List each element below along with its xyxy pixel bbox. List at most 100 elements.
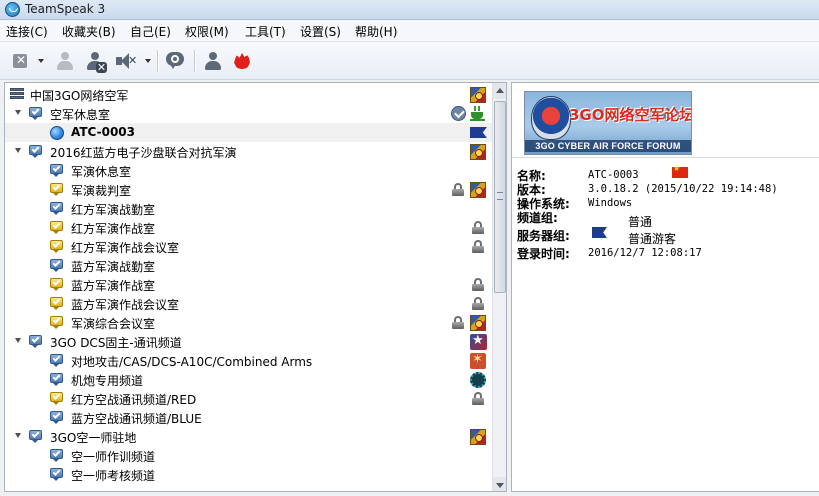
channel-icon — [50, 202, 64, 215]
tree-scrollbar[interactable] — [492, 83, 506, 491]
menu-permissions[interactable]: 权限(M) — [185, 23, 229, 40]
gear-emblem-icon — [470, 372, 486, 388]
tree-row-channel[interactable]: 3GO DCS固主-通讯频道 — [5, 332, 492, 351]
server-icon — [10, 88, 24, 101]
menu-self[interactable]: 自己(E) — [130, 23, 171, 40]
channel-icon — [50, 411, 64, 424]
channel-tree[interactable]: 中国3GO网络空军 空军休息室 ATC-0003 2016红蓝方电子沙盘联合对抗… — [4, 82, 507, 492]
window-title: TeamSpeak 3 — [25, 2, 106, 16]
menu-connections[interactable]: 连接(C) — [6, 23, 48, 40]
channel-icon — [50, 316, 64, 329]
name-value: ATC-0003 — [588, 169, 639, 181]
menu-settings[interactable]: 设置(S) — [300, 23, 341, 40]
tree-row-subchannel[interactable]: 空一师作训频道 — [5, 446, 492, 465]
password-lock-icon — [472, 240, 484, 253]
mute-speakers-button[interactable]: ✕ — [112, 48, 138, 74]
tree-row-channel[interactable]: 3GO空一师驻地 — [5, 427, 492, 446]
login-time-value: 2016/12/7 12:08:17 — [588, 247, 702, 259]
channel-name: 军演裁判室 — [71, 184, 132, 198]
tree-row-subchannel[interactable]: 蓝方军演作战会议室 — [5, 294, 492, 313]
channel-icon — [50, 164, 64, 177]
tree-row-subchannel[interactable]: 机炮专用频道 — [5, 370, 492, 389]
chat-bubble-icon — [165, 51, 187, 71]
tree-row-subchannel[interactable]: 军演综合会议室 — [5, 313, 492, 332]
channel-name: 对地攻击/CAS/DCS-A10C/Combined Arms — [71, 355, 313, 369]
expand-arrow-icon[interactable] — [15, 338, 21, 343]
star-emblem-icon — [470, 333, 487, 350]
channel-name: 蓝方军演战勤室 — [71, 260, 156, 274]
channel-icon — [50, 259, 64, 272]
channel-name: 蓝方空战通讯频道/BLUE — [71, 412, 202, 426]
channel-emblem-icon — [470, 429, 486, 445]
tree-row-channel[interactable]: 2016红蓝方电子沙盘联合对抗军演 — [5, 142, 492, 161]
tree-row-subchannel[interactable]: 蓝方军演作战室 — [5, 275, 492, 294]
password-lock-icon — [452, 183, 464, 196]
server-group-label: 服务器组: — [517, 229, 570, 243]
mute-microphone-button[interactable]: ✕ — [82, 48, 108, 74]
scroll-thumb[interactable] — [494, 101, 506, 293]
tree-row-subchannel[interactable]: 空一师考核频道 — [5, 465, 492, 484]
server-group-flag-icon — [470, 127, 487, 138]
channel-emblem-icon — [470, 315, 486, 331]
channel-emblem-icon — [470, 144, 486, 160]
scroll-up-arrow-icon[interactable] — [493, 83, 506, 99]
menu-tools[interactable]: 工具(T) — [245, 23, 286, 40]
expand-arrow-icon[interactable] — [15, 433, 21, 438]
tree-row-user[interactable]: ATC-0003 — [5, 123, 492, 142]
channel-icon — [50, 221, 64, 234]
tree-row-subchannel[interactable]: 对地攻击/CAS/DCS-A10C/Combined Arms — [5, 351, 492, 370]
disconnect-button[interactable]: ✕ — [8, 48, 34, 74]
expand-arrow-icon[interactable] — [15, 148, 21, 153]
disconnect-icon: ✕ — [11, 51, 31, 71]
chat-button[interactable] — [163, 48, 189, 74]
client-info-panel: 3GO网络空军论坛 3GO CYBER AIR FORCE FORUM 名称: … — [511, 82, 819, 492]
tree-row-subchannel[interactable]: 蓝方空战通讯频道/BLUE — [5, 408, 492, 427]
flame-button[interactable] — [229, 48, 255, 74]
speaker-mute-icon: ✕ — [115, 51, 137, 71]
channel-icon — [50, 373, 64, 386]
channel-name: 红方空战通讯频道/RED — [71, 393, 197, 407]
tree-row-subchannel[interactable]: 军演裁判室 — [5, 180, 492, 199]
teamspeak-logo-icon — [5, 2, 20, 17]
channel-icon — [29, 107, 43, 120]
scroll-down-arrow-icon[interactable] — [493, 477, 506, 491]
channel-name: 红方军演作战会议室 — [71, 241, 180, 255]
channel-icon — [29, 430, 43, 443]
tree-row-subchannel[interactable]: 军演休息室 — [5, 161, 492, 180]
channel-group-value: 普通 — [628, 215, 653, 229]
channel-icon — [50, 468, 64, 481]
tree-row-server[interactable]: 中国3GO网络空军 — [5, 85, 492, 104]
channel-icon — [29, 335, 43, 348]
menu-bar: 连接(C) 收藏夹(B) 自己(E) 权限(M) 工具(T) 设置(S) 帮助(… — [0, 20, 819, 42]
away-person-icon — [55, 51, 75, 71]
channel-icon — [50, 240, 64, 253]
disconnect-dropdown-arrow-icon[interactable] — [38, 59, 44, 63]
tree-row-channel[interactable]: 空军休息室 — [5, 104, 492, 123]
menu-help[interactable]: 帮助(H) — [355, 23, 397, 40]
channel-icon — [50, 392, 64, 405]
tree-row-subchannel[interactable]: 红方军演战勤室 — [5, 199, 492, 218]
server-banner-image[interactable]: 3GO网络空军论坛 3GO CYBER AIR FORCE FORUM — [524, 91, 692, 155]
tree-row-subchannel[interactable]: 红方军演作战室 — [5, 218, 492, 237]
channel-name: 3GO DCS固主-通讯频道 — [50, 336, 182, 350]
mute-microphone-icon: ✕ — [85, 51, 107, 73]
tree-row-subchannel[interactable]: 红方空战通讯频道/RED — [5, 389, 492, 408]
away-button[interactable] — [52, 48, 78, 74]
toolbar: ✕ ✕ ✕ — [0, 42, 819, 80]
login-time-label: 登录时间: — [517, 247, 570, 261]
banner-cn-title: 3GO网络空军论坛 — [569, 106, 692, 124]
forum-emblem-icon — [531, 96, 571, 140]
speaker-dropdown-arrow-icon[interactable] — [145, 59, 151, 63]
channel-name: 红方军演战勤室 — [71, 203, 156, 217]
channel-name: 蓝方军演作战会议室 — [71, 298, 180, 312]
contacts-person-icon — [203, 51, 223, 71]
menu-bookmarks[interactable]: 收藏夹(B) — [62, 23, 116, 40]
tree-row-subchannel[interactable]: 红方军演作战会议室 — [5, 237, 492, 256]
contacts-button[interactable] — [200, 48, 226, 74]
expand-arrow-icon[interactable] — [15, 110, 21, 115]
channel-name: 军演休息室 — [71, 165, 132, 179]
channel-name: 军演综合会议室 — [71, 317, 156, 331]
channel-name: 3GO空一师驻地 — [50, 431, 137, 445]
tree-row-subchannel[interactable]: 蓝方军演战勤室 — [5, 256, 492, 275]
server-group-value: 普通游客 — [628, 232, 677, 246]
